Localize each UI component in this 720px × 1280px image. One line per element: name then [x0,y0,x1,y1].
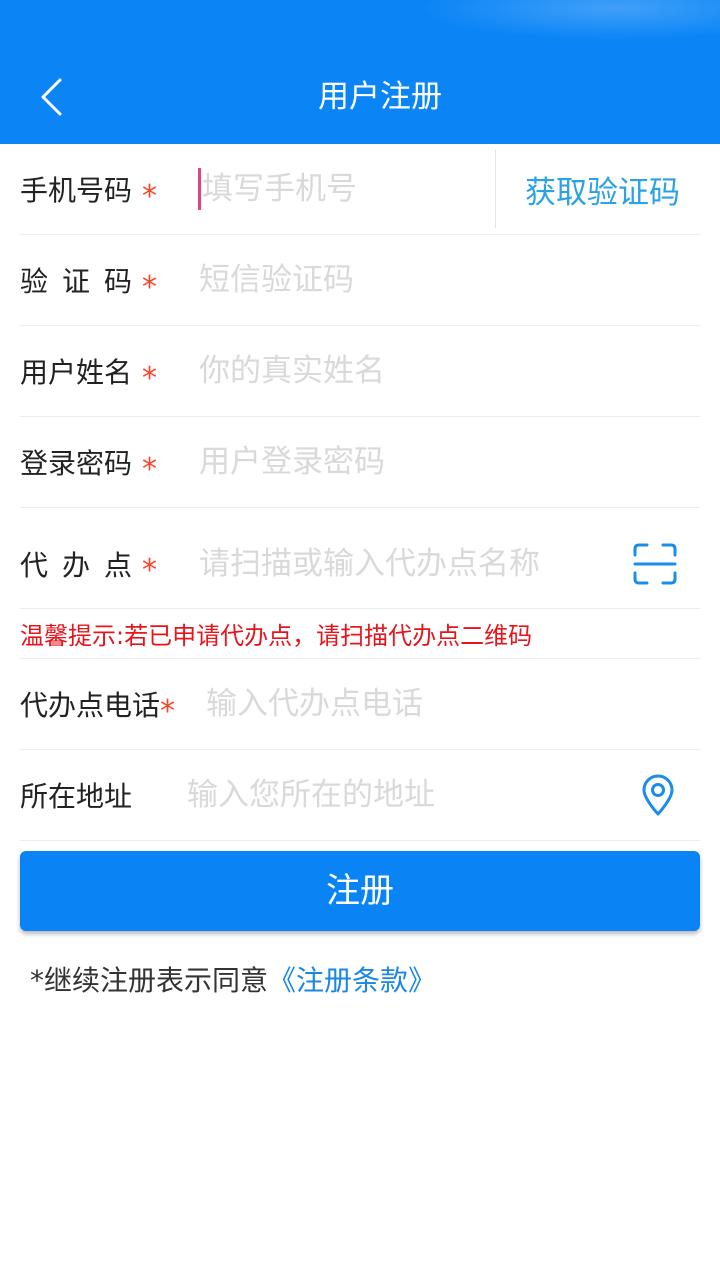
agent-phone-input[interactable] [206,676,700,732]
sms-code-field [199,252,700,308]
required-mark: * [142,553,157,588]
real-name-input[interactable] [199,343,700,399]
phone-row: 手机号码 * 获取验证码 [20,144,700,235]
address-input[interactable] [187,767,640,823]
text-cursor [198,168,201,210]
chevron-left-icon [39,77,65,117]
real-name-field [199,343,700,399]
registration-form: 手机号码 * 获取验证码 验 证 码 * 用户姓名 * 登录密码 * 代 办 点… [20,144,700,841]
tip-text: 温馨提示:若已申请代办点，请扫描代办点二维码 [20,622,533,650]
header-decoration [420,0,720,40]
required-mark: * [142,360,157,396]
terms-prefix: *继续注册表示同意 [30,964,269,997]
real-name-row: 用户姓名 * [20,326,700,417]
location-pin-icon[interactable] [640,773,676,817]
required-mark: * [160,693,175,729]
required-mark: * [142,269,157,305]
required-mark: * [142,178,157,214]
phone-label: 手机号码 [20,174,132,207]
phone-input[interactable] [199,161,495,217]
agent-phone-label: 代办点电话 [20,689,160,722]
password-input[interactable] [199,434,700,490]
scan-icon[interactable] [633,543,677,585]
agent-point-field [199,535,633,592]
real-name-label: 用户姓名 [20,356,132,389]
sms-code-label: 验 证 码 [20,265,132,298]
address-field [187,767,640,823]
terms-notice: *继续注册表示同意《注册条款》 [30,962,436,1000]
agent-point-input[interactable] [199,535,633,592]
required-mark: * [142,451,157,487]
address-row: 所在地址 [20,750,700,841]
app-header: 用户注册 [0,0,720,144]
page-title: 用户注册 [318,79,442,115]
password-row: 登录密码 * [20,417,700,508]
terms-link[interactable]: 《注册条款》 [268,964,436,997]
phone-field [198,161,495,217]
password-field [199,434,700,490]
agent-point-label: 代 办 点 [20,548,132,582]
tip-row: 温馨提示:若已申请代办点，请扫描代办点二维码 [20,609,700,659]
address-label: 所在地址 [20,780,132,813]
back-button[interactable] [30,70,74,124]
agent-point-row: 代 办 点 * [20,508,700,609]
sms-code-input[interactable] [199,252,700,308]
agent-phone-field [206,676,700,732]
agent-phone-row: 代办点电话 * [20,659,700,750]
get-code-button[interactable]: 获取验证码 [496,150,700,228]
sms-code-row: 验 证 码 * [20,235,700,326]
password-label: 登录密码 [20,447,132,480]
register-button[interactable]: 注册 [20,851,700,931]
